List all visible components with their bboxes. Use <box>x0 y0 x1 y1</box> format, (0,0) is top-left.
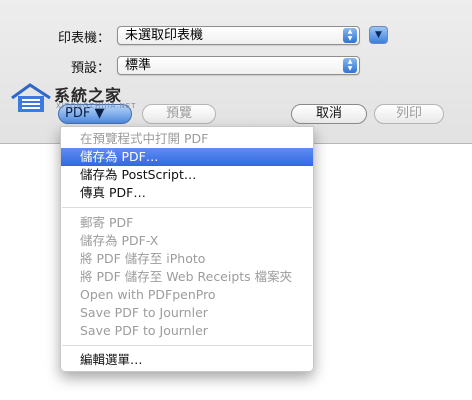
up-down-arrows-icon: ▲ ▼ <box>343 58 357 73</box>
print-button[interactable]: 列印 <box>374 104 444 124</box>
menu-item-save-to-iphoto[interactable]: 將 PDF 儲存至 iPhoto <box>61 250 313 268</box>
menu-item-save-as-pdf-x[interactable]: 儲存為 PDF-X <box>61 232 313 250</box>
cancel-button[interactable]: 取消 <box>291 104 367 124</box>
menu-separator <box>62 207 312 208</box>
triangle-down-icon[interactable]: ▼ <box>369 26 388 44</box>
menu-item-save-as-postscript[interactable]: 儲存為 PostScript… <box>61 166 313 184</box>
watermark-subtitle: XITONGZHIJIA.NET <box>56 102 137 110</box>
up-down-arrows-icon: ▲ ▼ <box>343 28 357 43</box>
house-logo-icon <box>11 83 51 112</box>
menu-separator <box>62 345 312 346</box>
menu-item-save-as-pdf[interactable]: 儲存為 PDF… <box>61 148 313 166</box>
menu-item-open-in-preview[interactable]: 在預覽程式中打開 PDF <box>61 130 313 148</box>
menu-item-save-to-journler-2[interactable]: Save PDF to Journler <box>61 322 313 340</box>
menu-item-fax-pdf[interactable]: 傳真 PDF… <box>61 184 313 202</box>
print-dialog-stage: 印表機： 未選取印表機 ▲ ▼ ▼ 預設： 標準 ▲ ▼ PDF ▼ 預覽 取消 列… <box>0 0 472 400</box>
menu-item-mail-pdf[interactable]: 郵寄 PDF <box>61 214 313 232</box>
printer-popup[interactable]: 未選取印表機 ▲ ▼ <box>117 26 360 45</box>
printer-label: 印表機： <box>57 31 110 46</box>
watermark-logo: 系統之家 XITONGZHIJIA.NET <box>10 80 160 120</box>
menu-item-open-with-pdfpenpro[interactable]: Open with PDFpenPro <box>61 286 313 304</box>
preset-popup[interactable]: 標準 ▲ ▼ <box>117 56 360 75</box>
preset-popup-value: 標準 <box>125 58 152 73</box>
print-dialog-sheet: 印表機： 未選取印表機 ▲ ▼ ▼ 預設： 標準 ▲ ▼ PDF ▼ 預覽 取消 列… <box>0 0 472 144</box>
menu-item-edit-menu[interactable]: 編輯選單… <box>61 351 313 369</box>
preset-label: 預設： <box>70 61 110 76</box>
printer-popup-value: 未選取印表機 <box>125 28 204 43</box>
menu-item-save-to-journler[interactable]: Save PDF to Journler <box>61 304 313 322</box>
menu-item-save-to-web-receipts[interactable]: 將 PDF 儲存至 Web Receipts 檔案夾 <box>61 268 313 286</box>
pdf-dropdown-menu: 在預覽程式中打開 PDF 儲存為 PDF… 儲存為 PostScript… 傳真… <box>60 126 314 372</box>
